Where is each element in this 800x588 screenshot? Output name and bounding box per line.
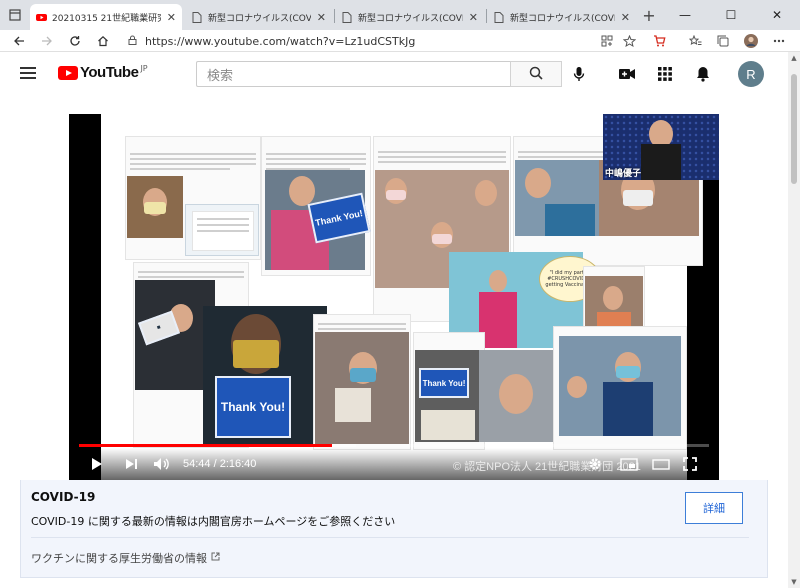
post-photo: [479, 350, 555, 442]
volume-icon[interactable]: [153, 456, 171, 472]
next-video-icon[interactable]: [123, 456, 139, 472]
youtube-wordmark: YouTube: [80, 64, 139, 81]
microphone-icon[interactable]: [570, 65, 588, 83]
search-icon: [529, 65, 543, 84]
video-watermark: © 認定NPO法人 21世紀職業財団 2021: [453, 461, 641, 473]
miniplayer-icon[interactable]: [619, 456, 639, 472]
maximize-button[interactable]: ☐: [708, 0, 754, 30]
scrollbar-thumb[interactable]: [791, 74, 797, 184]
page-icon: [192, 11, 203, 23]
thank-you-text: Thank You!: [220, 400, 286, 414]
time-display: 54:44 / 2:16:40: [183, 458, 257, 470]
tab-covid-info-2[interactable]: 新型コロナウイルス(COVID-19)感染 ✕: [336, 4, 484, 30]
tab-title: 新型コロナウイルス(COVID-19)感染: [510, 13, 615, 24]
close-icon[interactable]: ✕: [167, 11, 176, 24]
covid-info-panel: COVID-19 COVID-19 に関する最新の情報は内閣官房ホームページをご…: [20, 480, 768, 578]
back-arrow-icon[interactable]: [10, 32, 28, 50]
tab-separator: [486, 9, 487, 23]
address-bar[interactable]: https://www.youtube.com/watch?v=Lz1udCST…: [118, 31, 646, 51]
tab-title: 20210315 21世紀職業研究会オン: [52, 13, 161, 24]
scroll-up-icon[interactable]: ▲: [788, 52, 800, 64]
tab-covid-info-1[interactable]: 新型コロナウイルス(COVID-19)感染 ✕: [186, 4, 332, 30]
play-icon[interactable]: [89, 456, 105, 472]
tab-actions-icon[interactable]: [6, 6, 24, 24]
thank-you-text: Thank You!: [314, 208, 364, 228]
new-tab-button[interactable]: +: [640, 6, 658, 25]
vaccine-info-link-text: ワクチンに関する厚生労働省の情報: [31, 552, 207, 565]
post-photo: [315, 332, 409, 444]
page-icon: [342, 11, 353, 23]
guide-menu-icon[interactable]: [20, 67, 36, 79]
account-avatar[interactable]: R: [738, 61, 764, 87]
collections-icon[interactable]: [714, 32, 732, 50]
fullscreen-icon[interactable]: [681, 456, 699, 472]
youtube-play-icon: [58, 65, 78, 80]
theater-mode-icon[interactable]: [651, 456, 671, 472]
youtube-logo[interactable]: YouTube JP: [58, 64, 148, 81]
post-photo: [559, 336, 681, 436]
tab-covid-info-3[interactable]: 新型コロナウイルス(COVID-19)感染 ✕: [488, 4, 636, 30]
close-icon[interactable]: ✕: [621, 11, 630, 24]
page-scrollbar[interactable]: ▲ ▼: [788, 52, 800, 588]
vaccine-info-link[interactable]: ワクチンに関する厚生労働省の情報: [31, 550, 220, 566]
lock-icon: [128, 35, 137, 48]
post-photo: [185, 204, 259, 256]
details-button[interactable]: 詳細: [685, 492, 743, 524]
tab-title: 新型コロナウイルス(COVID-19)感染: [358, 13, 463, 24]
thank-you-text: Thank You!: [422, 378, 466, 388]
video-frame: Thank You! "I did my part to #CRUSHCOVID…: [101, 114, 703, 480]
app-available-icon[interactable]: [598, 32, 616, 50]
reload-icon[interactable]: [66, 32, 84, 50]
tab-separator: [334, 9, 335, 23]
create-video-icon[interactable]: [618, 65, 636, 83]
profile-avatar-icon[interactable]: [742, 32, 760, 50]
post-photo: [515, 160, 599, 236]
info-panel-title: COVID-19: [31, 490, 96, 504]
home-icon[interactable]: [94, 32, 112, 50]
presenter-webcam: 中嶋優子: [603, 114, 719, 180]
settings-gear-icon[interactable]: [587, 456, 603, 472]
close-icon[interactable]: ✕: [317, 11, 326, 24]
notifications-bell-icon[interactable]: [694, 65, 712, 83]
minimize-button[interactable]: —: [662, 0, 708, 30]
search-button[interactable]: [510, 61, 562, 87]
thank-you-card: Thank You!: [419, 368, 469, 398]
youtube-favicon-icon: [36, 12, 47, 23]
youtube-header: YouTube JP 検索 R: [0, 52, 788, 94]
page-icon: [494, 11, 505, 23]
url-text: https://www.youtube.com/watch?v=Lz1udCST…: [145, 34, 416, 48]
region-code: JP: [140, 64, 148, 73]
favorites-list-icon[interactable]: [686, 32, 704, 50]
scroll-down-icon[interactable]: ▼: [788, 576, 800, 588]
video-progress-bar[interactable]: [79, 444, 709, 447]
shopping-cart-icon[interactable]: [650, 32, 668, 50]
external-link-icon: [211, 552, 220, 564]
favorite-star-icon[interactable]: [620, 32, 638, 50]
apps-grid-icon[interactable]: [656, 65, 674, 83]
player-controls: 54:44 / 2:16:40 © 認定NPO法人 21世紀職業財団 2021: [69, 448, 719, 480]
post-photo: [127, 176, 183, 238]
search-input[interactable]: 検索: [196, 61, 510, 87]
thank-you-card: Thank You!: [215, 376, 291, 438]
browser-toolbar: https://www.youtube.com/watch?v=Lz1udCST…: [0, 30, 800, 52]
video-player[interactable]: Thank You! "I did my part to #CRUSHCOVID…: [69, 114, 719, 480]
tab-youtube-video[interactable]: 20210315 21世紀職業研究会オン ✕: [30, 4, 182, 30]
more-menu-icon[interactable]: [770, 32, 788, 50]
info-panel-divider: [31, 537, 749, 538]
youtube-page: YouTube JP 検索 R Thank You! "I did my par…: [0, 52, 788, 588]
search-placeholder: 検索: [207, 68, 234, 84]
close-window-button[interactable]: ✕: [754, 0, 800, 30]
browser-tab-strip: 20210315 21世紀職業研究会オン ✕ 新型コロナウイルス(COVID-1…: [0, 0, 800, 30]
tab-title: 新型コロナウイルス(COVID-19)感染: [208, 13, 311, 24]
progress-played: [79, 444, 332, 447]
forward-arrow-icon[interactable]: [38, 32, 56, 50]
info-panel-body: COVID-19 に関する最新の情報は内閣官房ホームページをご参照ください: [31, 515, 396, 528]
presenter-name: 中嶋優子: [605, 169, 642, 179]
close-icon[interactable]: ✕: [469, 11, 478, 24]
